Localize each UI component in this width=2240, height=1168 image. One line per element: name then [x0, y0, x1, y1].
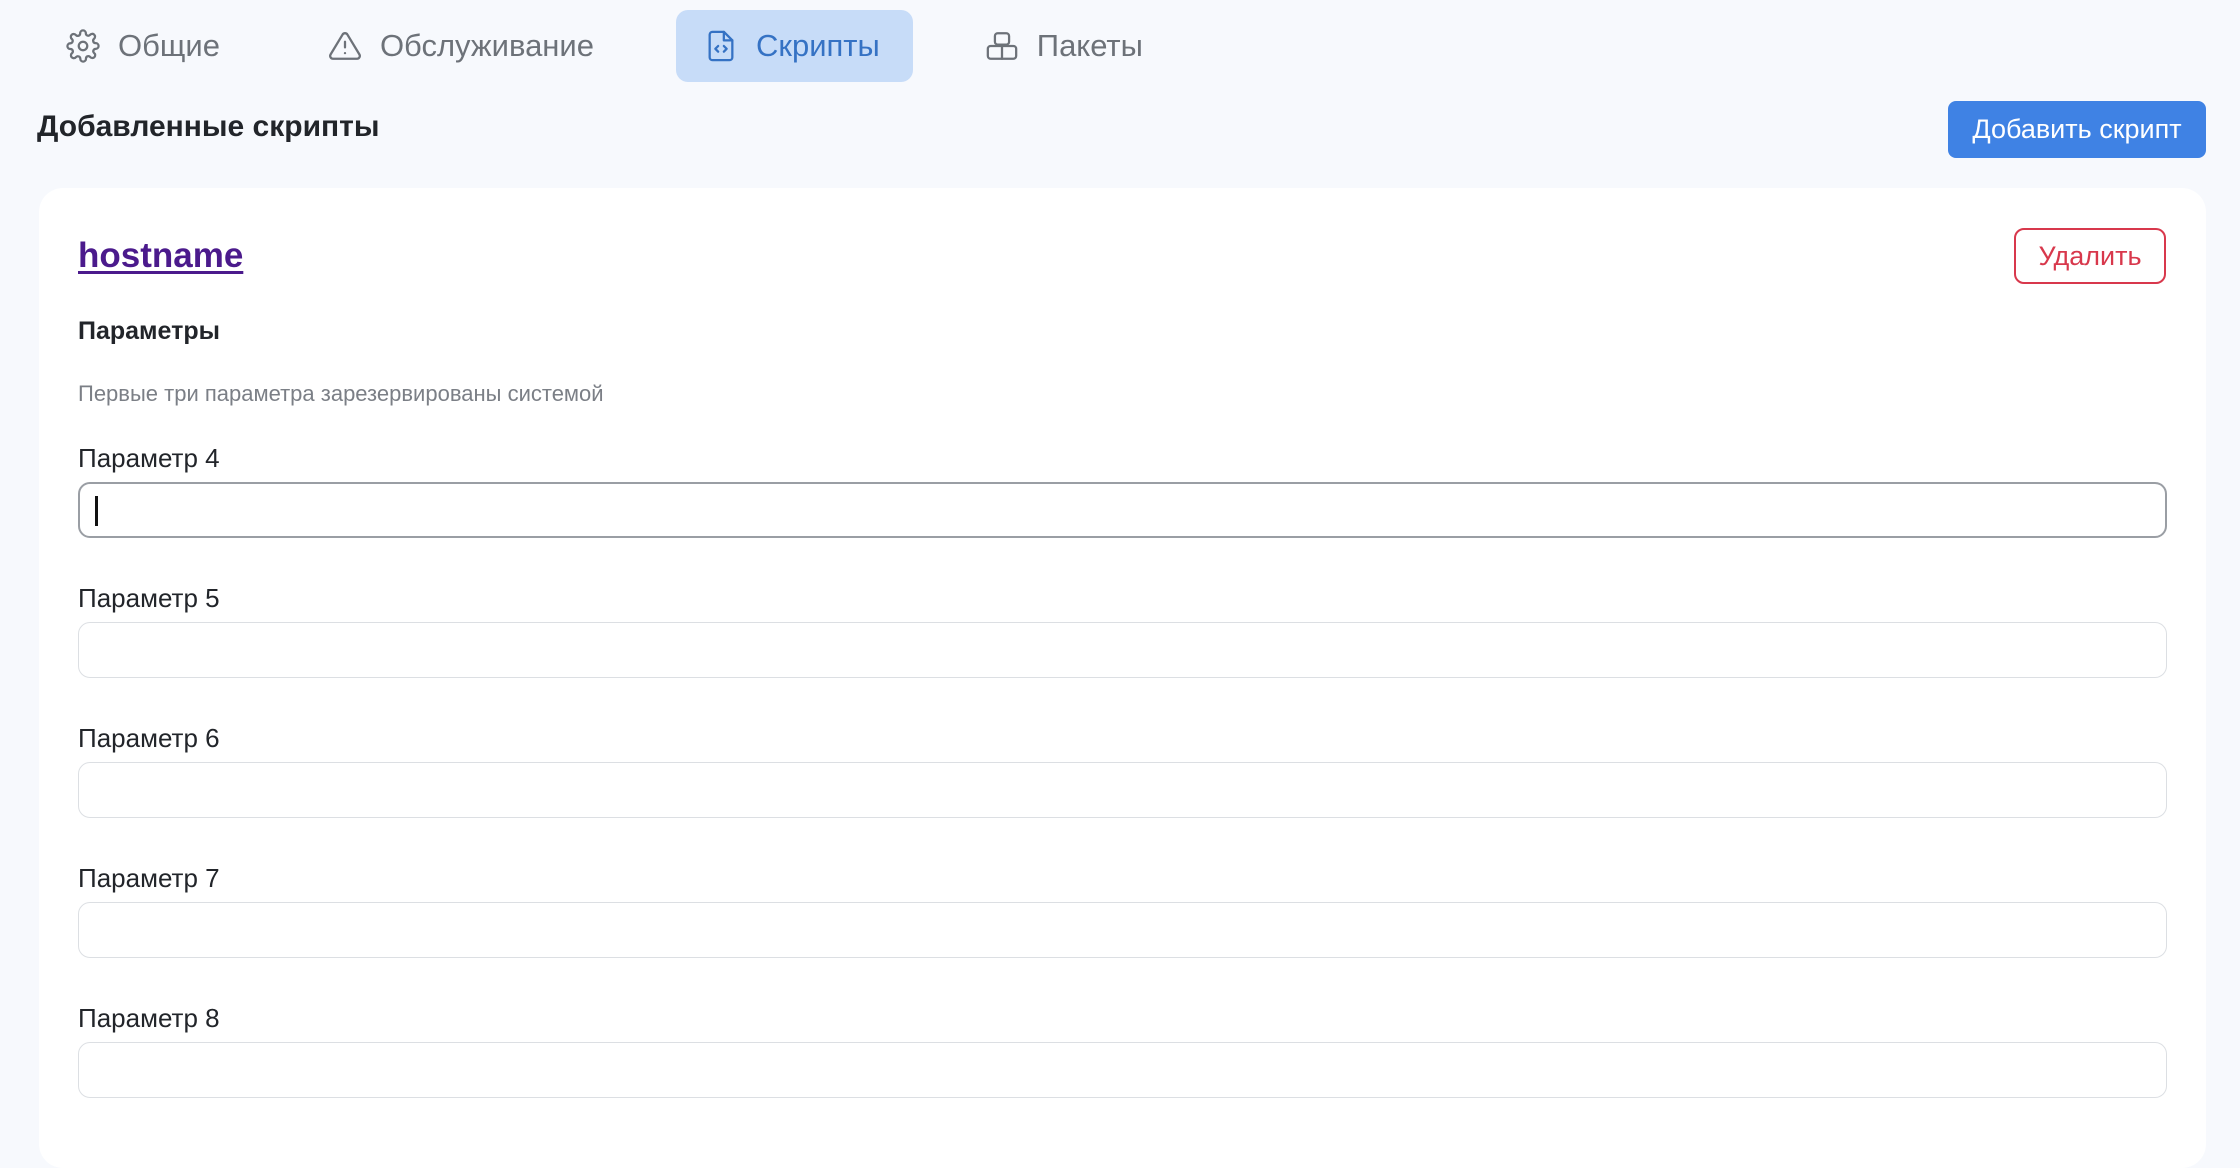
script-card: hostname Удалить Параметры Первые три па…: [39, 188, 2206, 1168]
tab-bar: Общие Обслуживание Скрипты Пакеты: [40, 10, 1225, 82]
gear-icon: [66, 29, 100, 63]
tab-packages-label: Пакеты: [1036, 28, 1143, 63]
script-name-link[interactable]: hostname: [78, 236, 243, 276]
param-label: Параметр 8: [78, 1003, 220, 1033]
param-label: Параметр 5: [78, 583, 220, 613]
tab-general[interactable]: Общие: [40, 10, 246, 82]
tab-scripts[interactable]: Скрипты: [676, 10, 913, 82]
param-field-4: Параметр 4: [78, 442, 2167, 538]
param-label: Параметр 6: [78, 723, 220, 753]
param-input-7[interactable]: [78, 902, 2167, 958]
tab-general-label: Общие: [118, 28, 220, 63]
param-field-8: Параметр 8: [78, 1002, 2167, 1098]
param-field-7: Параметр 7: [78, 862, 2167, 958]
param-label: Параметр 7: [78, 863, 220, 893]
params-note: Первые три параметра зарезервированы сис…: [78, 381, 604, 406]
text-caret: [95, 496, 98, 526]
warning-triangle-icon: [328, 29, 362, 63]
tab-packages[interactable]: Пакеты: [959, 10, 1169, 82]
param-input-4[interactable]: [78, 482, 2167, 538]
delete-script-button[interactable]: Удалить: [2014, 228, 2166, 284]
param-input-6[interactable]: [78, 762, 2167, 818]
add-script-button[interactable]: Добавить скрипт: [1948, 101, 2206, 158]
package-icon: [985, 29, 1019, 63]
tab-maintenance-label: Обслуживание: [379, 28, 594, 63]
tab-scripts-label: Скрипты: [756, 28, 880, 63]
param-input-8[interactable]: [78, 1042, 2167, 1098]
param-input-5[interactable]: [78, 622, 2167, 678]
param-label: Параметр 4: [78, 443, 220, 473]
tab-maintenance[interactable]: Обслуживание: [302, 10, 620, 82]
params-heading: Параметры: [78, 317, 220, 345]
param-field-5: Параметр 5: [78, 582, 2167, 678]
param-field-6: Параметр 6: [78, 722, 2167, 818]
section-title: Добавленные скрипты: [37, 110, 380, 143]
code-file-icon: [704, 29, 738, 63]
